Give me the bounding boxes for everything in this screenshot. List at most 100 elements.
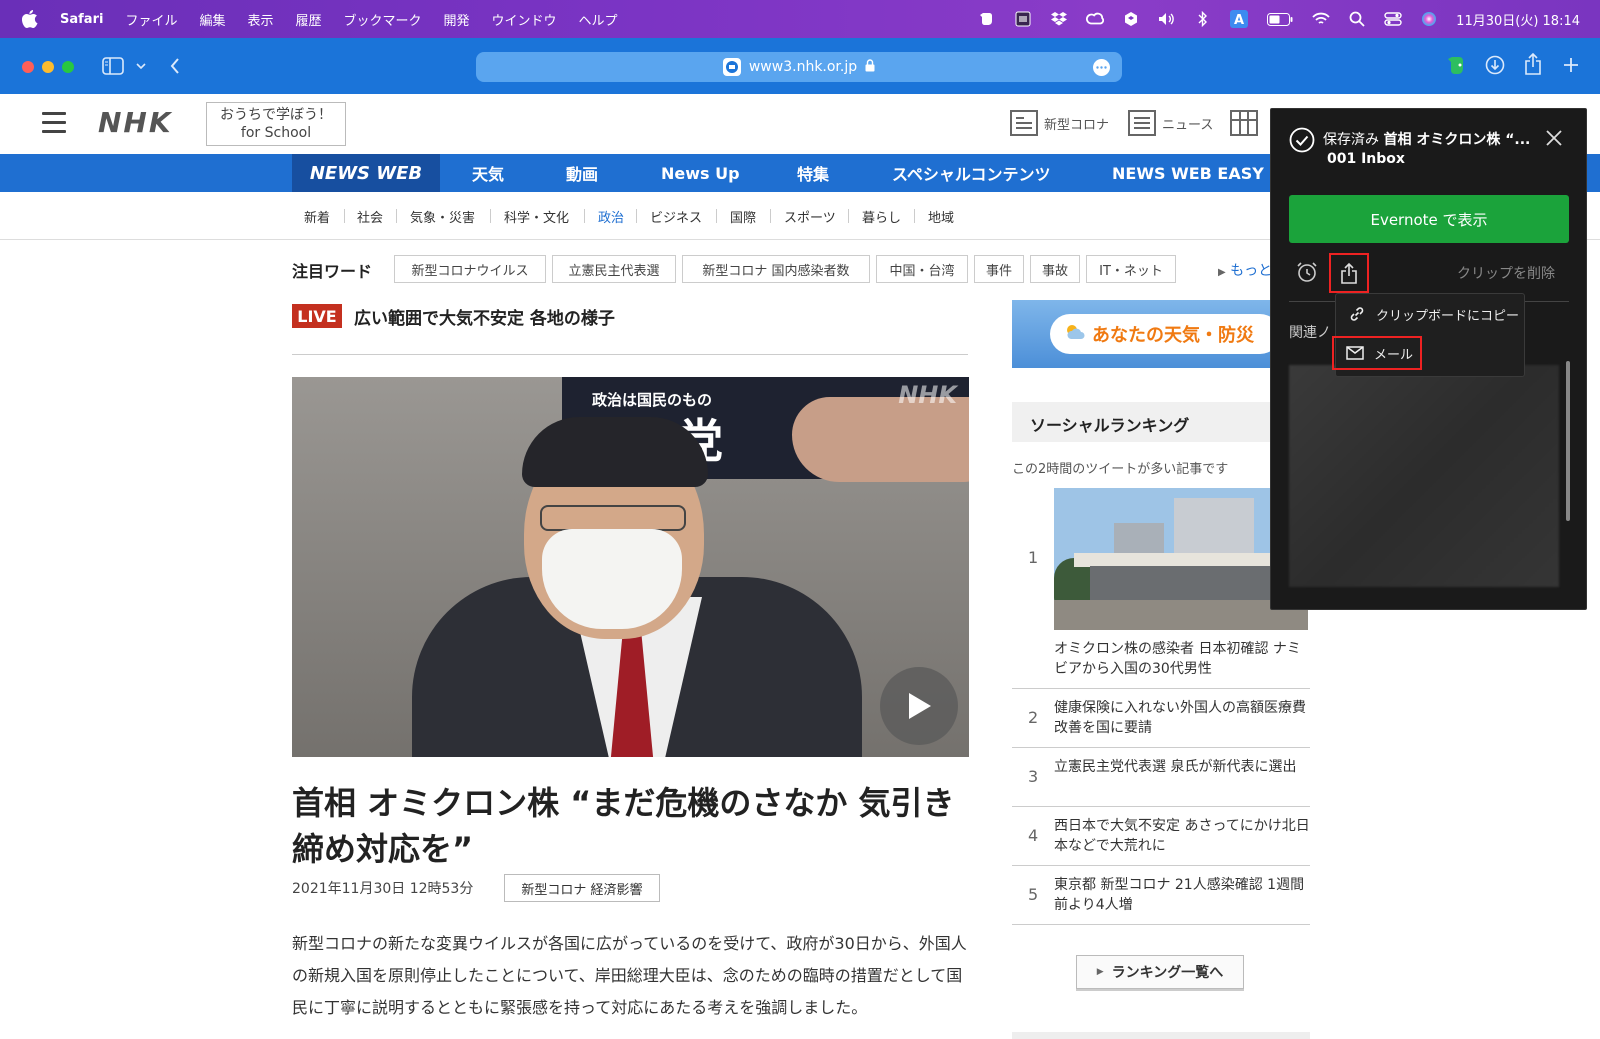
weather-banner[interactable]: あなたの天気・防災: [1012, 300, 1272, 368]
input-source-icon[interactable]: A: [1230, 10, 1249, 28]
ranking-item-link[interactable]: 東京都 新型コロナ 21人感染確認 1週間前より4人増: [1054, 875, 1310, 915]
ranking-divider: [1012, 688, 1310, 689]
keyword-chip[interactable]: 事故: [1030, 255, 1080, 283]
subnav-region[interactable]: 地域: [928, 207, 954, 226]
page-menu-icon[interactable]: [1093, 59, 1110, 76]
keyword-chip[interactable]: 事件: [974, 255, 1024, 283]
subnav-politics[interactable]: 政治: [598, 207, 624, 226]
back-icon[interactable]: [168, 56, 182, 76]
live-headline-link[interactable]: 広い範囲で大気不安定 各地の様子: [354, 304, 615, 329]
menu-view[interactable]: 表示: [247, 10, 273, 29]
open-in-evernote-button[interactable]: Evernote で表示: [1289, 195, 1569, 243]
menu-file[interactable]: ファイル: [125, 10, 177, 29]
address-url: www3.nhk.or.jp: [748, 59, 858, 75]
svg-text:A: A: [1234, 13, 1244, 28]
new-tab-icon[interactable]: [1561, 55, 1581, 75]
close-icon[interactable]: [1545, 129, 1563, 147]
menu-develop[interactable]: 開発: [444, 10, 470, 29]
zoom-window-button[interactable]: [62, 61, 74, 73]
close-window-button[interactable]: [22, 61, 34, 73]
ranking-item-link[interactable]: オミクロン株の感染者 日本初確認 ナミビアから入国の30代男性: [1054, 639, 1310, 679]
volume-icon[interactable]: [1158, 10, 1176, 28]
menu-bookmarks[interactable]: ブックマーク: [344, 10, 422, 29]
keyword-chip[interactable]: 新型コロナ 国内感染者数: [682, 255, 870, 283]
sidebar-toggle-icon[interactable]: [102, 57, 124, 75]
share-icon[interactable]: [1329, 253, 1369, 293]
subnav-weather-disaster[interactable]: 気象・災害: [410, 207, 475, 226]
menu-history[interactable]: 履歴: [295, 10, 321, 29]
menu-app-safari[interactable]: Safari: [60, 12, 103, 27]
play-button-icon[interactable]: [880, 667, 958, 745]
email-item[interactable]: メール: [1332, 336, 1422, 370]
header-link-covid[interactable]: 新型コロナ: [1010, 110, 1109, 136]
hands-figure: [792, 397, 969, 482]
minimize-window-button[interactable]: [42, 61, 54, 73]
header-link-news[interactable]: ニュース: [1128, 110, 1213, 136]
spotlight-search-icon[interactable]: [1348, 10, 1366, 28]
menu-bar-clock[interactable]: 11月30日(火) 18:14: [1456, 10, 1580, 29]
share-icon[interactable]: [1522, 52, 1544, 76]
hamburger-menu-icon[interactable]: [42, 112, 66, 134]
apple-icon[interactable]: [20, 9, 40, 29]
subnav-new[interactable]: 新着: [304, 207, 330, 226]
creative-cloud-icon[interactable]: [1086, 10, 1105, 28]
nav-weather[interactable]: 天気: [472, 154, 504, 192]
nav-news-web-easy[interactable]: NEWS WEB EASY: [1112, 154, 1264, 192]
nhk-logo[interactable]: NHK: [98, 106, 173, 139]
keyword-chip[interactable]: 中国・台湾: [876, 255, 968, 283]
scrollbar[interactable]: [1566, 361, 1570, 521]
subnav-separator: [770, 209, 771, 223]
nav-features[interactable]: 特集: [797, 154, 829, 192]
subnav-business[interactable]: ビジネス: [650, 207, 702, 226]
sun-cloud-icon: [1064, 323, 1086, 345]
dropbox-icon[interactable]: [1050, 10, 1068, 28]
menu-help[interactable]: ヘルプ: [579, 10, 618, 29]
keyword-chip[interactable]: IT・ネット: [1086, 255, 1176, 283]
ranking-item-link[interactable]: 健康保険に入れない外国人の高額医療費 改善を国に要請: [1054, 698, 1310, 738]
nav-special-contents[interactable]: スペシャルコンテンツ: [892, 154, 1051, 192]
siri-icon[interactable]: [1420, 10, 1438, 28]
nav-news-up[interactable]: News Up: [661, 154, 740, 192]
article-video[interactable]: 政治は国民のもの 自民党 NHK: [292, 377, 969, 757]
alarm-clock-icon[interactable]: [1295, 260, 1321, 286]
subnav-society[interactable]: 社会: [357, 207, 383, 226]
ranking-list-button[interactable]: ▶ ランキング一覧へ: [1076, 955, 1244, 989]
for-school-link[interactable]: おうちで学ぼう！ for School: [206, 102, 346, 146]
wifi-icon[interactable]: [1312, 10, 1330, 28]
header-link-program[interactable]: [1230, 110, 1264, 136]
delete-clip-link[interactable]: クリップを削除: [1457, 263, 1555, 283]
menu-edit[interactable]: 編集: [199, 10, 225, 29]
battery-icon[interactable]: [1266, 10, 1294, 28]
news-covid-icon: [1010, 110, 1038, 136]
rank-number: 4: [1028, 826, 1039, 845]
article-tag[interactable]: 新型コロナ 経済影響: [504, 874, 660, 902]
subnav-separator: [584, 209, 585, 223]
subnav-sports[interactable]: スポーツ: [784, 207, 836, 226]
evernote-tray-icon[interactable]: [978, 10, 996, 28]
chevron-down-icon[interactable]: [134, 60, 148, 72]
bluetooth-icon[interactable]: [1194, 10, 1212, 28]
nav-video[interactable]: 動画: [566, 154, 598, 192]
subnav-living[interactable]: 暮らし: [862, 207, 901, 226]
ranking-divider: [1012, 865, 1310, 866]
calendar-tray-icon[interactable]: [1014, 10, 1032, 28]
copy-to-clipboard-item[interactable]: クリップボードにコピー: [1336, 298, 1526, 330]
keyword-chip[interactable]: 立憲民主代表選: [552, 255, 676, 283]
subnav-international[interactable]: 国際: [730, 207, 756, 226]
evernote-extension-icon[interactable]: [1446, 54, 1468, 76]
news-web-brand[interactable]: NEWS WEB: [292, 154, 440, 192]
notebook-name[interactable]: 001 Inbox: [1327, 151, 1405, 167]
keyword-chip[interactable]: 新型コロナウイルス: [394, 255, 546, 283]
menu-window[interactable]: ウインドウ: [492, 10, 557, 29]
more-keywords-link[interactable]: ▶ もっと: [1218, 260, 1272, 280]
subnav-separator: [396, 209, 397, 223]
control-center-icon[interactable]: [1384, 10, 1402, 28]
related-notes-preview[interactable]: [1289, 365, 1559, 587]
subnav-science-culture[interactable]: 科学・文化: [504, 207, 569, 226]
app-cube-icon[interactable]: [1122, 10, 1140, 28]
ranking-item-link[interactable]: 立憲民主党代表選 泉氏が新代表に選出: [1054, 757, 1310, 777]
download-icon[interactable]: [1484, 54, 1506, 76]
for-school-line1: おうちで学ぼう！: [220, 107, 332, 123]
ranking-item-link[interactable]: 西日本で大気不安定 あさってにかけ北日本などで大荒れに: [1054, 816, 1310, 856]
address-bar[interactable]: www3.nhk.or.jp: [476, 52, 1122, 82]
